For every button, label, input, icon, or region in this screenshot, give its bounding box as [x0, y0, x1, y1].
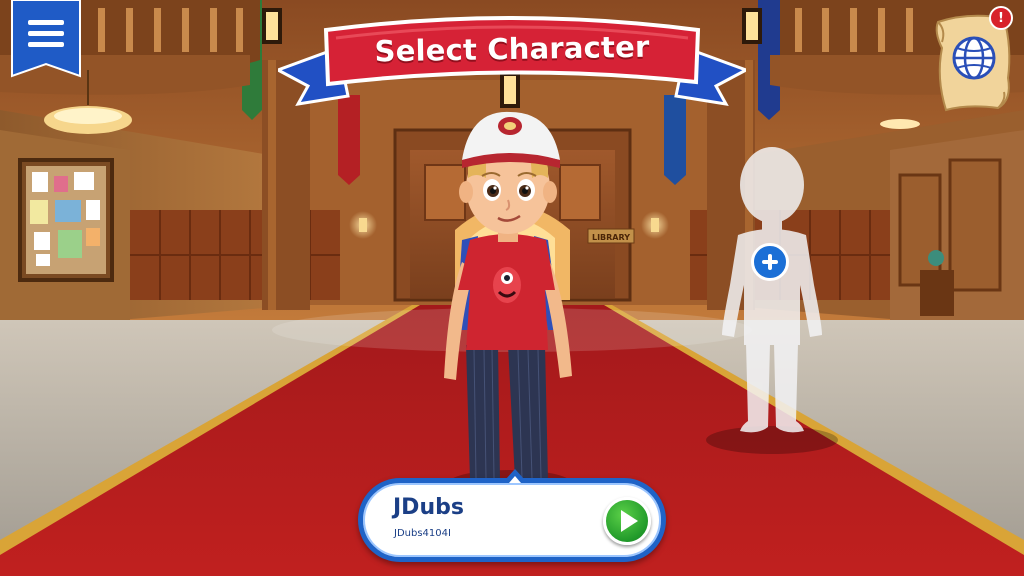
- play-button[interactable]: [603, 497, 651, 545]
- hamburger-menu-icon: [28, 20, 64, 47]
- globe-icon: [952, 36, 996, 80]
- title-banner: Select Character: [278, 8, 746, 118]
- character-username: JDubs4104I: [394, 528, 451, 539]
- add-character-slot[interactable]: [700, 135, 840, 460]
- character-select-screen: LIBRARY Select Character ! JDubs JDubs41…: [0, 0, 1024, 576]
- page-title: Select Character: [374, 29, 650, 69]
- character-name-card[interactable]: JDubs JDubs4104I: [358, 469, 666, 562]
- character-display-name: JDubs: [393, 495, 464, 520]
- main-menu-button[interactable]: [10, 0, 82, 80]
- add-character-plus-icon[interactable]: [751, 243, 789, 281]
- notification-badge[interactable]: !: [989, 6, 1013, 30]
- empty-character-silhouette: [722, 147, 822, 433]
